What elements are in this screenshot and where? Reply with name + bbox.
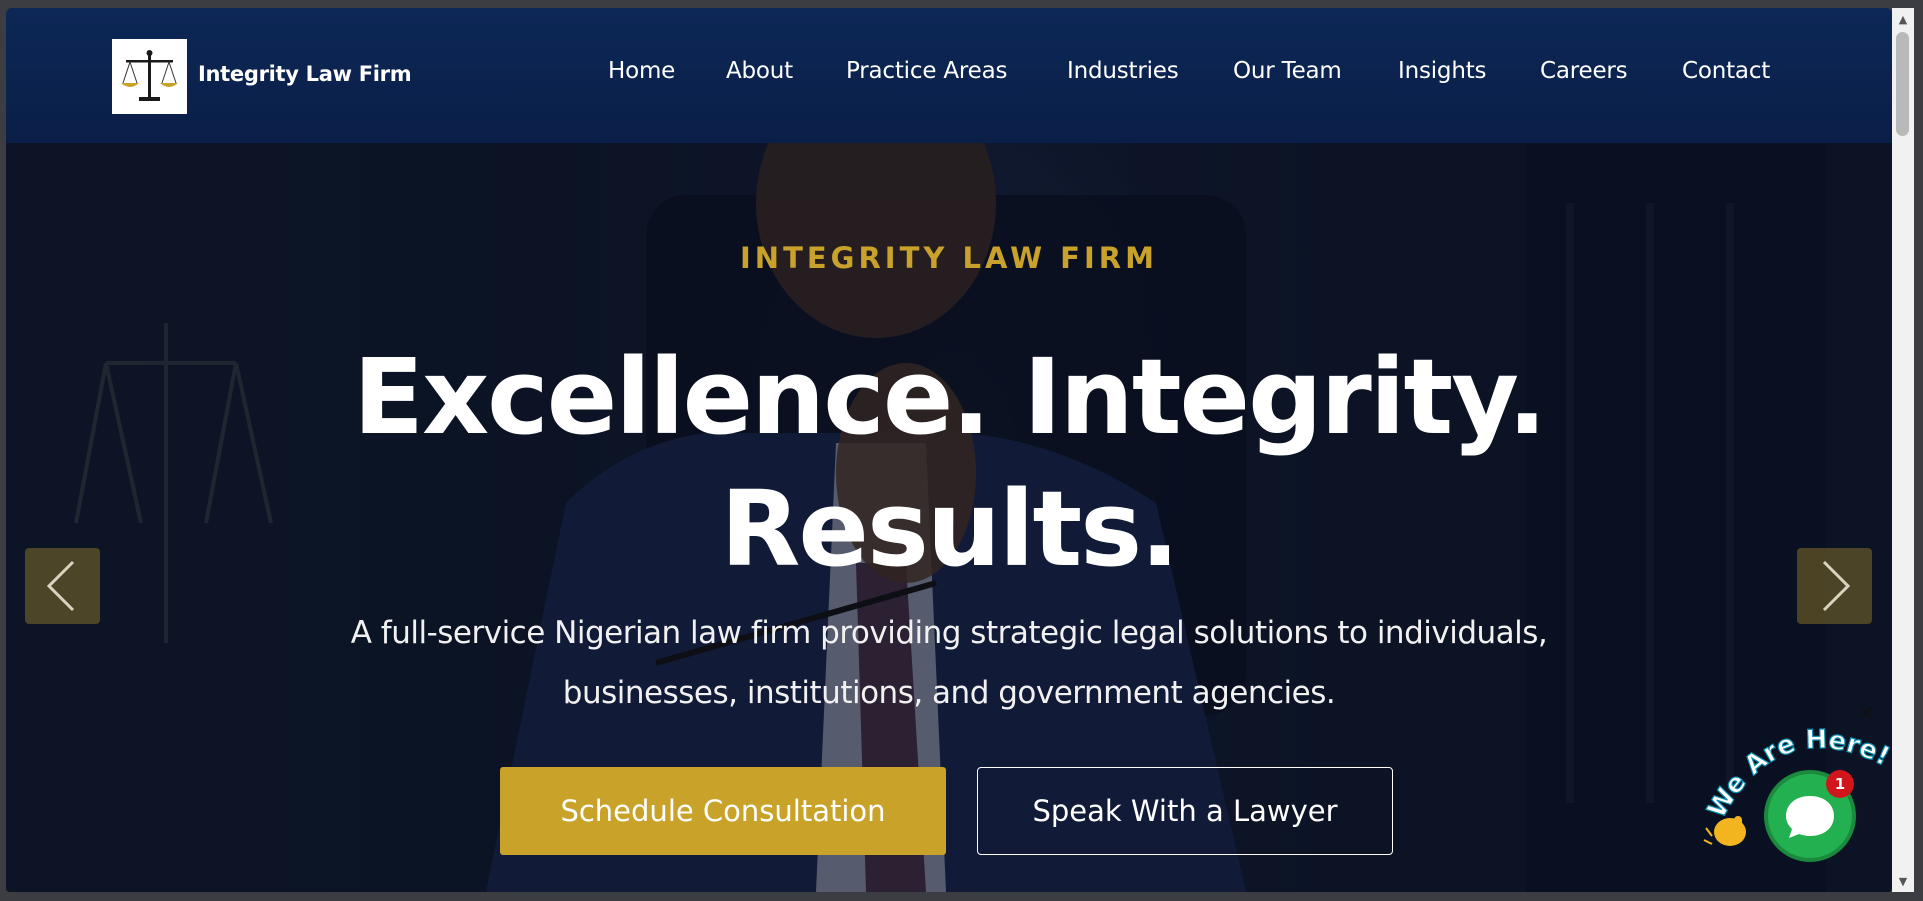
scroll-up-arrow-icon[interactable]: ▲ [1892,10,1914,28]
scroll-down-arrow-icon[interactable]: ▼ [1892,872,1914,890]
slider-next-button[interactable] [1797,548,1872,624]
site-header: Integrity Law Firm Home About Practice A… [6,8,1892,143]
slider-prev-button[interactable] [25,548,100,624]
browser-viewport: Integrity Law Firm Home About Practice A… [6,8,1892,892]
schedule-consultation-button[interactable]: Schedule Consultation [500,767,946,855]
waving-hand-icon [1703,816,1746,846]
hero-subtext-line-2: businesses, institutions, and government… [562,675,1336,711]
scroll-thumb[interactable] [1896,32,1909,136]
nav-contact[interactable]: Contact [1682,58,1770,84]
chevron-right-icon [1822,560,1851,612]
hero-slider: INTEGRITY LAW FIRM Excellence. Integrity… [6,143,1892,892]
nav-practice-areas[interactable]: Practice Areas [846,58,1007,84]
vertical-scrollbar[interactable]: ▲ ▼ [1892,8,1914,892]
logo[interactable] [112,39,187,114]
nav-home[interactable]: Home [608,58,675,84]
chat-notification-badge: 1 [1826,770,1854,798]
nav-careers[interactable]: Careers [1540,58,1628,84]
nav-insights[interactable]: Insights [1398,58,1487,84]
speak-with-lawyer-button[interactable]: Speak With a Lawyer [977,767,1393,855]
nav-about[interactable]: About [726,58,793,84]
chevron-left-icon [46,560,75,612]
hero-headline-line-2: Results. [720,468,1179,590]
hero-kicker: INTEGRITY LAW FIRM [740,241,1158,275]
nav-industries[interactable]: Industries [1067,58,1179,84]
brand-name[interactable]: Integrity Law Firm [198,62,412,86]
nav-our-team[interactable]: Our Team [1233,58,1342,84]
scales-of-justice-icon [121,50,178,101]
hero-subtext-line-1: A full-service Nigerian law firm providi… [350,615,1548,651]
hero-headline-line-1: Excellence. Integrity. [353,336,1547,458]
